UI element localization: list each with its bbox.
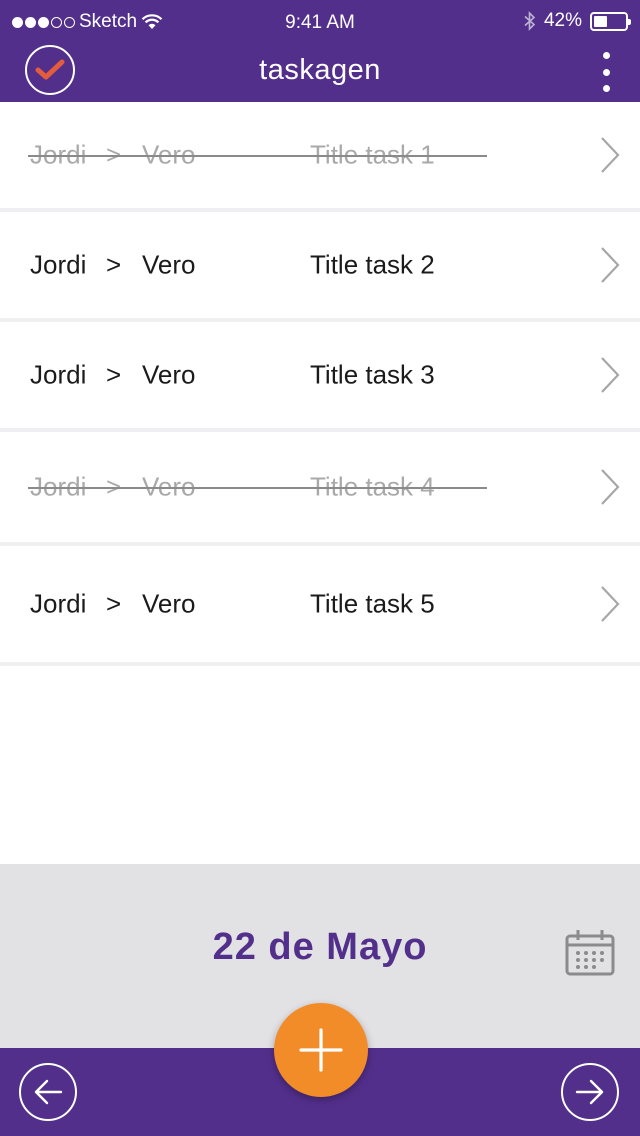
- task-row[interactable]: Jordi > Vero Title task 5: [0, 546, 640, 666]
- current-date: 22 de Mayo: [212, 926, 428, 968]
- task-separator: >: [106, 588, 122, 619]
- task-assignee: Vero: [142, 359, 196, 390]
- task-title: Title task 2: [310, 249, 435, 280]
- plus-icon: [299, 1028, 343, 1072]
- task-title: Title task 5: [310, 588, 435, 619]
- chevron-right-icon: [601, 586, 620, 622]
- chevron-right-icon: [601, 137, 620, 173]
- task-assignee: Vero: [142, 588, 196, 619]
- battery-fill: [594, 15, 607, 27]
- task-separator: >: [106, 359, 122, 390]
- battery-percentage: 42%: [543, 10, 582, 31]
- more-options-button[interactable]: [594, 52, 618, 92]
- task-title: Title task 3: [310, 359, 435, 390]
- chevron-right-icon: [601, 469, 620, 505]
- task-row[interactable]: Jordi > Vero Title task 2: [0, 212, 640, 322]
- task-assignee: Vero: [142, 249, 196, 280]
- task-assigner: Jordi: [30, 359, 87, 390]
- arrow-left-icon: [34, 1079, 63, 1105]
- task-separator: >: [106, 249, 122, 280]
- task-assigner: Jordi: [30, 588, 87, 619]
- task-row[interactable]: Jordi > Vero Title task 4: [0, 432, 640, 546]
- calendar-button[interactable]: [564, 928, 616, 978]
- add-task-button[interactable]: [274, 1003, 368, 1097]
- top-bar: Sketch 9:41 AM 42% taskagen: [0, 0, 640, 102]
- battery-icon: [590, 11, 631, 31]
- calendar-icon: [565, 930, 615, 976]
- task-row[interactable]: Jordi > Vero Title task 1: [0, 102, 640, 212]
- status-bar: Sketch 9:41 AM 42%: [0, 0, 640, 44]
- strikethrough-line: [28, 155, 487, 157]
- previous-day-button[interactable]: [19, 1063, 77, 1121]
- more-vertical-icon: [602, 52, 610, 59]
- chevron-right-icon: [601, 357, 620, 393]
- chevron-right-icon: [601, 247, 620, 283]
- task-row[interactable]: Jordi > Vero Title task 3: [0, 322, 640, 432]
- bluetooth-icon: [524, 11, 536, 31]
- strikethrough-line: [28, 487, 487, 489]
- app-title: taskagen: [259, 54, 381, 86]
- arrow-right-icon: [575, 1079, 604, 1105]
- status-right: 42%: [524, 10, 631, 32]
- next-day-button[interactable]: [561, 1063, 619, 1121]
- task-assigner: Jordi: [30, 249, 87, 280]
